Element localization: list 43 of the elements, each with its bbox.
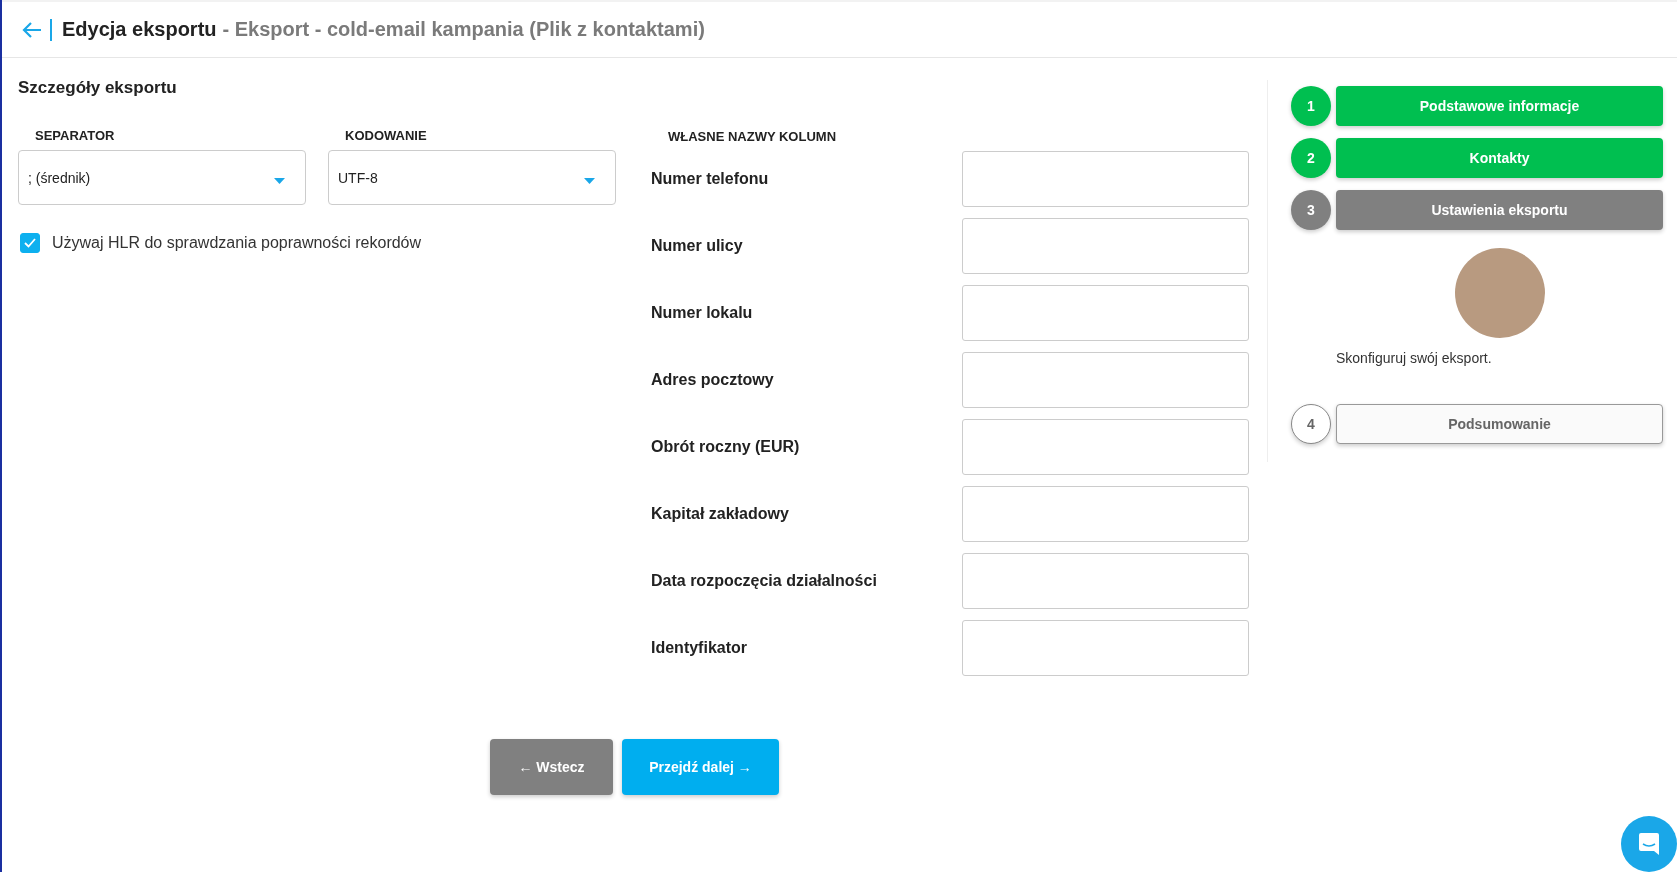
page-subtitle: - Eksport - cold-email kampania (Plik z kontaktami) [222,18,705,41]
section-heading: Szczegóły eksportu [18,78,178,98]
dropdown[interactable]: UTF-8 [328,150,616,205]
column-label: Identyfikator [651,639,747,657]
back-arrow-icon[interactable] [22,20,42,39]
step-number: 1 [1291,86,1331,126]
input-field[interactable] [962,553,1249,609]
input-field[interactable] [962,486,1249,542]
page-title: Edycja eksportu [62,18,217,41]
field-label: KODOWANIE [344,128,428,143]
input-field[interactable] [962,352,1249,408]
caret-icon [274,177,285,184]
column-label: Kapitał zakładowy [651,505,789,523]
caret-icon [584,177,595,184]
step-button[interactable]: Podstawowe informacje [1336,86,1663,126]
step-number: 2 [1291,138,1331,178]
checkbox[interactable] [20,233,40,253]
column-label: Numer lokalu [651,304,753,322]
step-button[interactable]: Ustawienia eksportu [1336,190,1663,230]
step-number: 4 [1291,404,1331,444]
back-button[interactable]: ← Wstecz [490,739,613,795]
column-label: Numer telefonu [651,170,769,188]
next-button[interactable]: Przejdź dalej → [622,739,779,795]
step-button[interactable]: Kontakty [1336,138,1663,178]
checkmark-icon [24,238,36,248]
input-field[interactable] [962,285,1249,341]
step-number: 3 [1291,190,1331,230]
chat-button[interactable] [1621,816,1677,872]
field-label: SEPARATOR [34,128,116,143]
input-field[interactable] [962,419,1249,475]
column-label: Data rozpoczęcia działalności [651,572,877,590]
step-button[interactable]: Podsumowanie [1336,404,1663,444]
column-label: Obrót roczny (EUR) [651,438,800,456]
input-field[interactable] [962,151,1249,207]
checkbox-label: Używaj HLR do sprawdzania poprawności rekordów [52,234,422,252]
dropdown[interactable]: ; (średnik) [18,150,306,205]
column-label: Numer ulicy [651,237,743,255]
step-message: Skonfiguruj swój eksport. [1336,350,1493,366]
chat-icon [1638,832,1660,856]
column-label: Adres pocztowy [651,371,774,389]
input-field[interactable] [962,218,1249,274]
field-label: WŁASNE NAZWY KOLUMN [667,129,838,144]
input-field[interactable] [962,620,1249,676]
